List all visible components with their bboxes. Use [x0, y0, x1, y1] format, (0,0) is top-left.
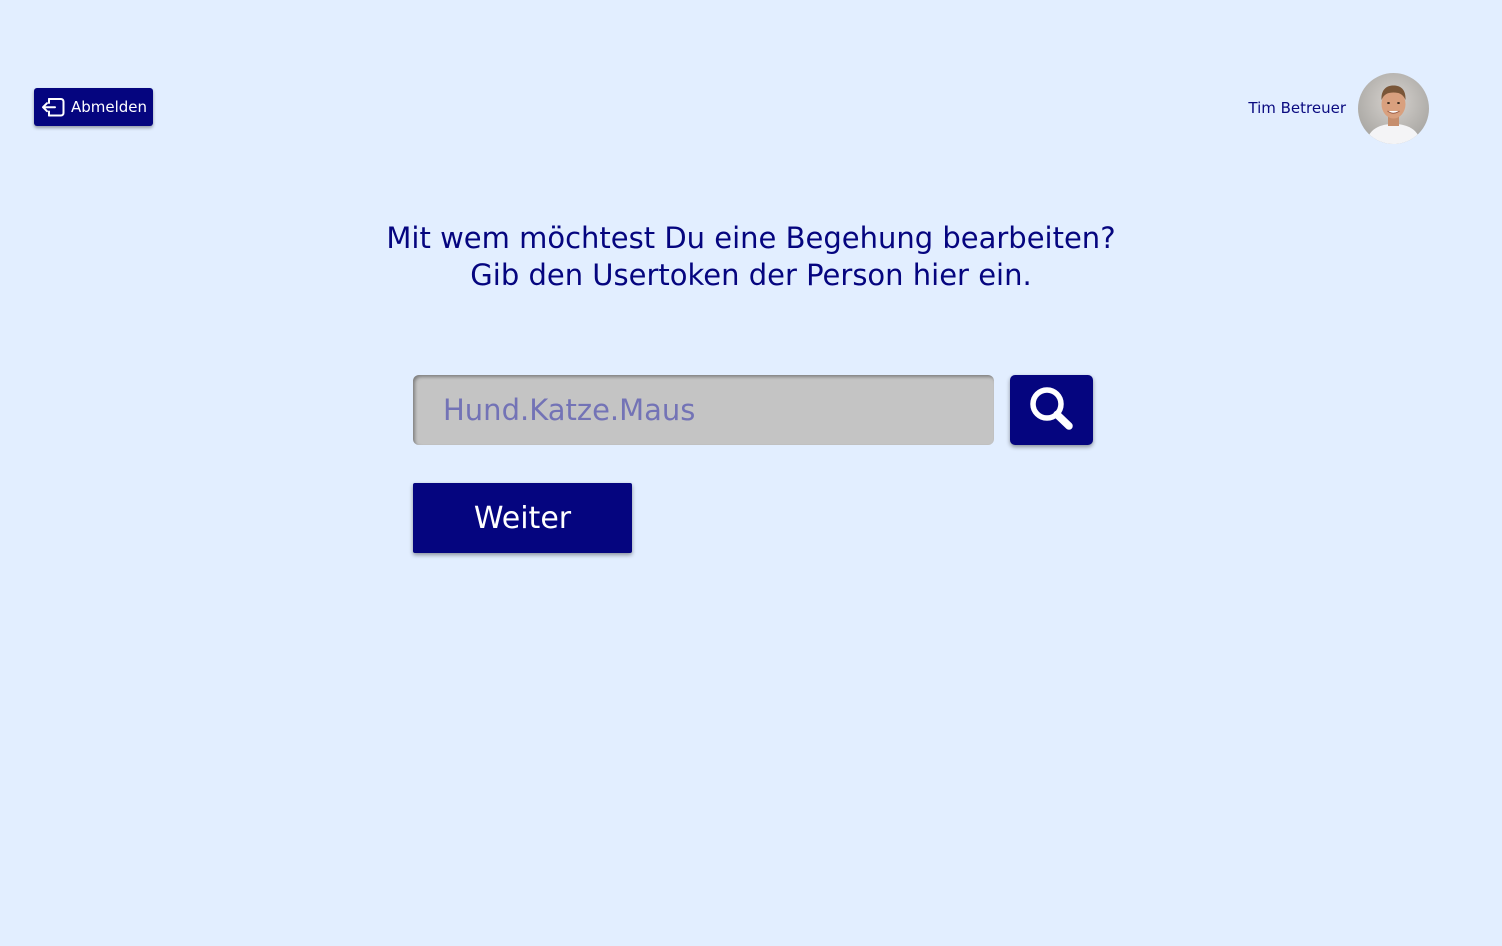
- usertoken-input[interactable]: [413, 375, 994, 445]
- question-heading: Mit wem möchtest Du eine Begehung bearbe…: [0, 220, 1502, 294]
- search-button[interactable]: [1010, 375, 1093, 445]
- page: Abmelden Tim Betreuer Mit wem möchtest D…: [0, 0, 1502, 946]
- question-line-1: Mit wem möchtest Du eine Begehung bearbe…: [386, 221, 1116, 255]
- logout-button[interactable]: Abmelden: [34, 88, 153, 126]
- user-avatar[interactable]: [1358, 73, 1429, 144]
- logout-label: Abmelden: [71, 98, 148, 116]
- logout-icon: [39, 94, 67, 120]
- next-button[interactable]: Weiter: [413, 483, 632, 553]
- search-icon: [1026, 384, 1078, 436]
- question-line-2: Gib den Usertoken der Person hier ein.: [470, 258, 1032, 292]
- user-name: Tim Betreuer: [1248, 99, 1346, 117]
